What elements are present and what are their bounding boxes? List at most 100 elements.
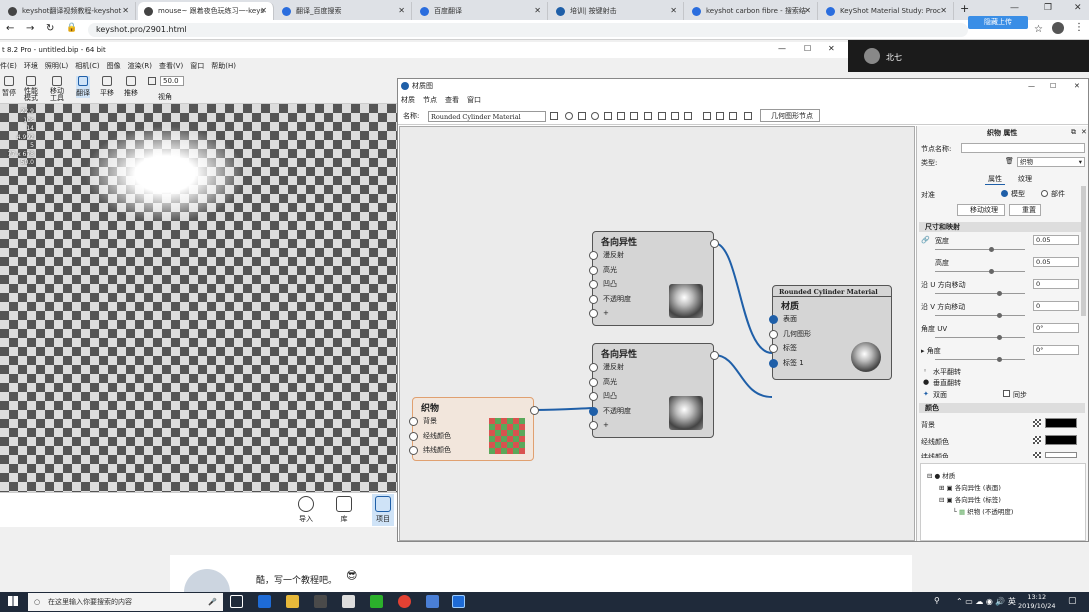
width-input[interactable]: 0.05: [1033, 235, 1079, 245]
input-pin-connected[interactable]: [769, 358, 778, 368]
close-icon[interactable]: ✕: [122, 2, 129, 20]
store-icon[interactable]: [314, 595, 327, 608]
input-pin[interactable]: [769, 329, 778, 339]
output-pin[interactable]: [530, 406, 539, 415]
u-shift-input[interactable]: 0: [1033, 279, 1079, 289]
close-window-icon[interactable]: ✕: [1074, 3, 1082, 13]
u-shift-slider[interactable]: [935, 291, 1025, 296]
new-tab-button[interactable]: +: [960, 2, 969, 15]
warp-color-swatch[interactable]: [1045, 435, 1077, 445]
maximize-icon[interactable]: ☐: [804, 44, 811, 53]
sync-checkbox[interactable]: [1003, 390, 1010, 397]
tree-item[interactable]: ⊞ ▣ 各向异性 (表面): [939, 482, 1001, 492]
menu-file[interactable]: 件(E): [0, 62, 17, 70]
input-pin[interactable]: [409, 417, 418, 426]
menu-view[interactable]: 查看: [445, 96, 459, 104]
input-pin[interactable]: [589, 421, 598, 430]
texture-icon[interactable]: [1033, 436, 1041, 444]
link-icon[interactable]: [684, 112, 692, 120]
mail-icon[interactable]: [342, 595, 355, 608]
delete-icon[interactable]: [644, 112, 652, 120]
people-icon[interactable]: ⚲: [934, 596, 940, 605]
input-pin[interactable]: [589, 309, 598, 318]
menu-camera[interactable]: 相机(C): [75, 62, 99, 70]
close-icon[interactable]: ✕: [260, 2, 267, 20]
geometry-node-button[interactable]: 几何图形节点: [760, 109, 820, 122]
material-output-node[interactable]: Rounded Cylinder Material 材质 表面 几何图形 标签 …: [769, 285, 892, 380]
input-pin[interactable]: [589, 294, 598, 304]
performance-mode-button[interactable]: 性能 模式: [24, 76, 38, 102]
v-shift-slider[interactable]: [935, 313, 1025, 318]
menu-image[interactable]: 图像: [107, 62, 121, 70]
menu-view[interactable]: 查看(V): [159, 62, 183, 70]
menu-help[interactable]: 帮助(H): [211, 62, 236, 70]
ungroup-icon[interactable]: [671, 112, 679, 120]
close-icon[interactable]: ✕: [398, 2, 405, 20]
browser-tab[interactable]: 培训| 按键射击 ✕: [550, 2, 684, 20]
move-texture-button[interactable]: 移动纹理: [957, 204, 1005, 216]
upload-button[interactable]: 隐藏上传: [968, 16, 1028, 29]
angle-input[interactable]: 0°: [1033, 345, 1079, 355]
flip-horizontal-icon[interactable]: ◦: [923, 367, 927, 375]
browser-tab[interactable]: 翻译_百度搜索 ✕: [276, 2, 412, 20]
input-pin-connected[interactable]: [589, 406, 598, 416]
input-pin[interactable]: [589, 377, 598, 387]
task-view-icon[interactable]: [230, 595, 243, 608]
avatar[interactable]: [864, 48, 880, 64]
reset-button[interactable]: 重置: [1009, 204, 1041, 216]
copy-icon[interactable]: [617, 112, 625, 120]
minimize-icon[interactable]: —: [1010, 3, 1019, 13]
app-icon[interactable]: [426, 595, 439, 608]
output-pin[interactable]: [710, 351, 719, 360]
node-name-input[interactable]: [961, 143, 1085, 153]
input-pin[interactable]: [409, 431, 418, 441]
cut-icon[interactable]: [630, 112, 638, 120]
anisotropic-node[interactable]: 各向异性 漫反射 高光 凹凸 不透明度 +: [589, 231, 719, 326]
menu-lighting[interactable]: 照明(L): [45, 62, 68, 70]
tree-item[interactable]: ⊟ ● 材质: [927, 470, 955, 480]
preview-icon[interactable]: [565, 112, 573, 120]
texture-icon[interactable]: [1033, 452, 1041, 458]
avatar[interactable]: [1052, 22, 1064, 34]
v-shift-input[interactable]: 0: [1033, 301, 1079, 311]
url-field[interactable]: keyshot.pro/2901.html: [88, 23, 968, 37]
fov-input[interactable]: 50.0: [160, 76, 184, 86]
close-icon[interactable]: ✕: [534, 2, 541, 20]
close-icon[interactable]: ✕: [804, 2, 811, 20]
close-icon[interactable]: ✕: [940, 2, 947, 20]
fit-icon[interactable]: [729, 112, 737, 120]
link-icon[interactable]: 🔗: [921, 236, 930, 244]
dolly-button[interactable]: 推移: [124, 76, 138, 98]
back-icon[interactable]: ←: [6, 23, 14, 34]
group-icon[interactable]: [658, 112, 666, 120]
tree-item[interactable]: └ ▦ 织物 (不透明度): [953, 506, 1013, 516]
taskbar-clock[interactable]: 13:12 2019/10/24: [1018, 593, 1055, 611]
scrollbar[interactable]: [1081, 186, 1086, 316]
browser-tab[interactable]: keyshot carbon fibre - 搜索结 ✕: [686, 2, 818, 20]
angle-slider[interactable]: [935, 357, 1025, 362]
height-input[interactable]: 0.05: [1033, 257, 1079, 267]
trash-icon[interactable]: 🗑: [1005, 157, 1014, 165]
minimize-icon[interactable]: —: [1028, 79, 1035, 93]
section-size-mapping[interactable]: 尺寸和映射: [919, 222, 1085, 232]
flip-vertical-icon[interactable]: ●: [923, 378, 929, 386]
pause-button[interactable]: 暂停: [2, 76, 16, 98]
chrome-icon[interactable]: [398, 595, 411, 608]
frame-icon[interactable]: [716, 112, 724, 120]
sliders-icon[interactable]: [604, 112, 612, 120]
double-sided-icon[interactable]: ✦: [923, 390, 929, 398]
maximize-icon[interactable]: ☐: [1050, 79, 1056, 93]
browser-tab-active[interactable]: mouse~ 跟着夜色玩练习一-keys ✕: [138, 2, 274, 20]
taskbar-search[interactable]: ○ 在这里输入你要搜索的内容 🎤: [28, 593, 223, 611]
input-pin[interactable]: [769, 344, 778, 353]
tab-properties[interactable]: 属性: [985, 174, 1005, 185]
tab-texture[interactable]: 纹理: [1015, 174, 1035, 184]
file-explorer-icon[interactable]: [286, 595, 299, 608]
target-icon[interactable]: [591, 112, 599, 120]
arrange-icon[interactable]: [744, 112, 752, 120]
star-icon[interactable]: ☆: [1034, 24, 1043, 35]
library-button[interactable]: 库: [336, 496, 352, 524]
input-pin[interactable]: [409, 446, 418, 455]
background-color-swatch[interactable]: [1045, 418, 1077, 428]
tray-icons[interactable]: ⌃ ▭ ☁ ◉ 🔊 英: [956, 596, 1016, 607]
